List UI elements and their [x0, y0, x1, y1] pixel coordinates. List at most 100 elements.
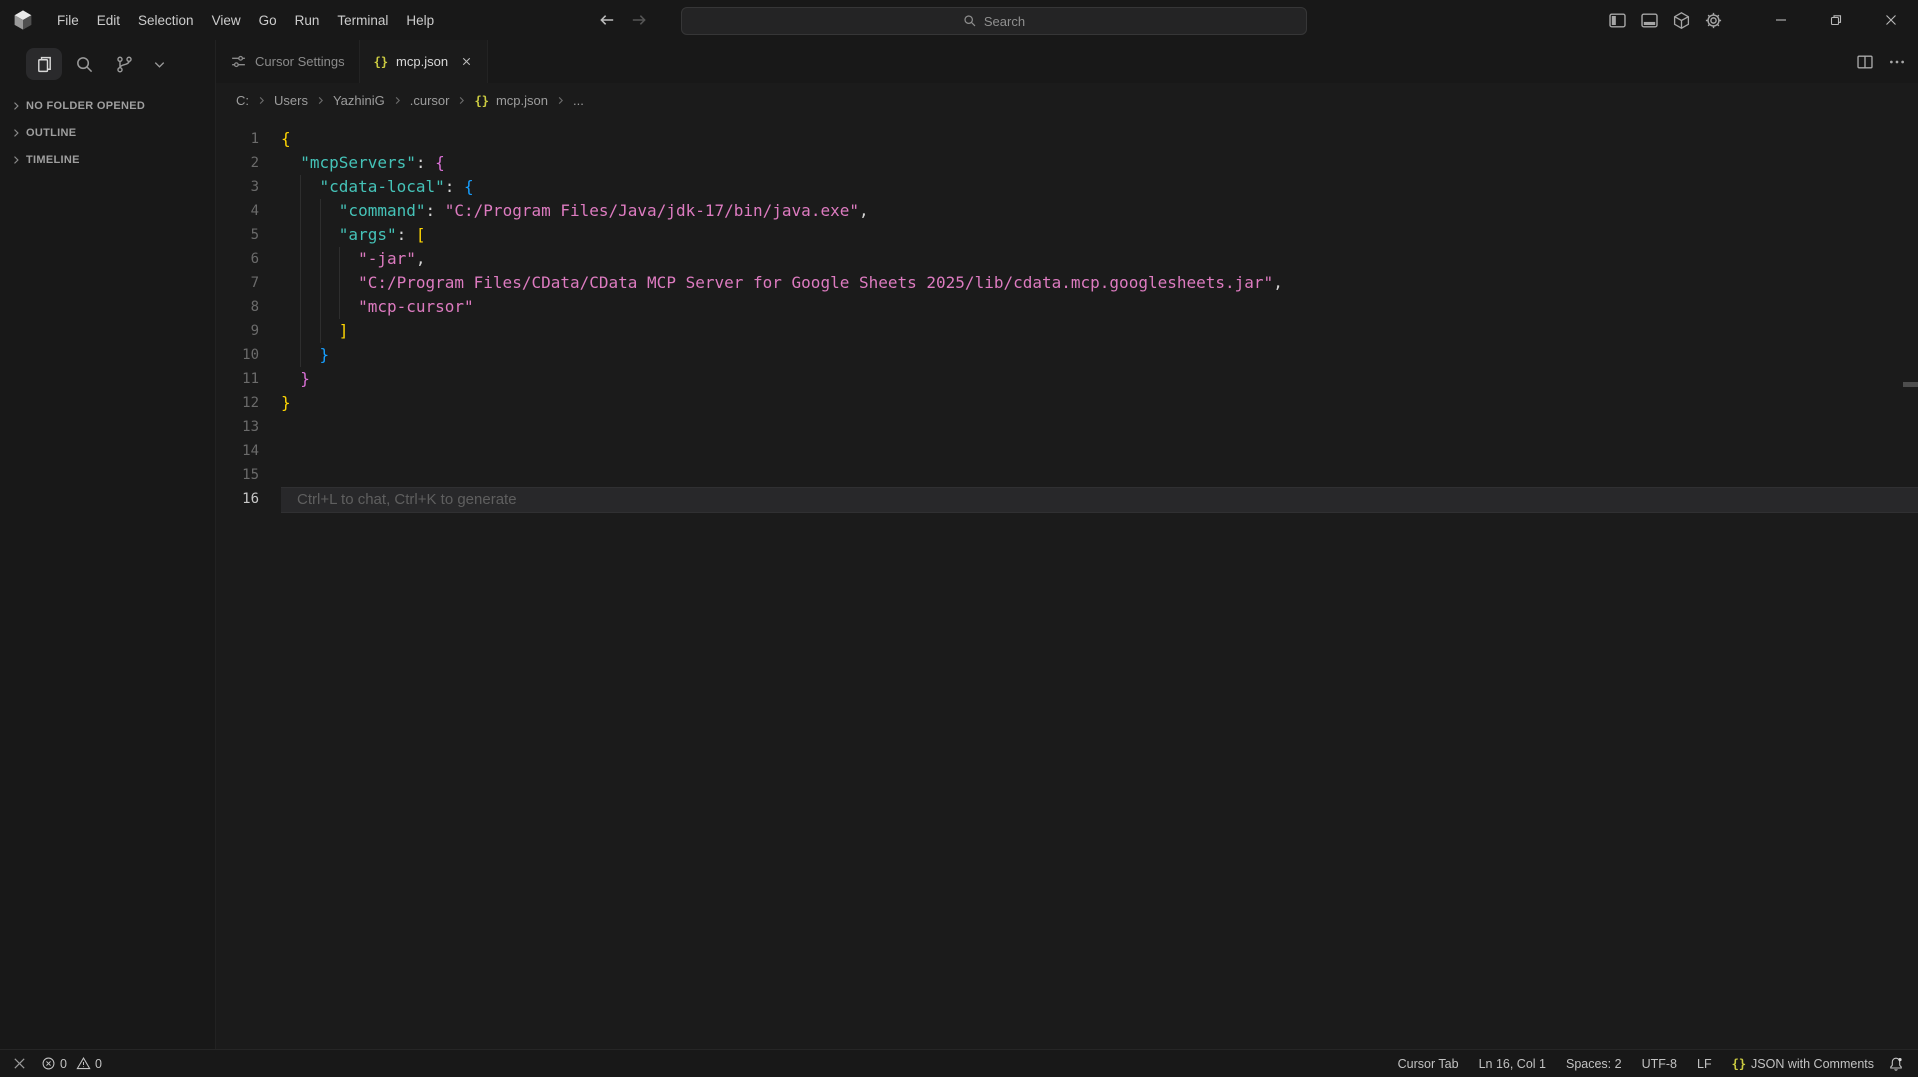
tab-mcp-json[interactable]: {}mcp.json [360, 40, 488, 83]
toggle-panel-icon[interactable] [1639, 10, 1659, 30]
close-tab-icon[interactable] [460, 55, 473, 68]
menu-bar: FileEditSelectionViewGoRunTerminalHelp [48, 0, 443, 40]
code-line-text[interactable]: "cdata-local": { [281, 175, 474, 199]
back-arrow-icon[interactable] [598, 11, 616, 29]
tab-bar: Cursor Settings{}mcp.json [216, 40, 1918, 83]
code-line: 7 "C:/Program Files/CData/CData MCP Serv… [216, 271, 1918, 295]
breadcrumb-item--cursor[interactable]: .cursor [410, 93, 450, 108]
line-number: 9 [216, 319, 259, 343]
code-line-text[interactable]: "mcpServers": { [281, 151, 445, 175]
chevron-right-icon [10, 154, 22, 166]
menu-go[interactable]: Go [250, 9, 286, 32]
problems-status[interactable]: 0 0 [41, 1056, 102, 1071]
breadcrumb-item-users[interactable]: Users [274, 93, 308, 108]
breadcrumb: C:UsersYazhiniG.cursor{}mcp.json... [216, 83, 1918, 118]
breadcrumb-item-yazhinig[interactable]: YazhiniG [333, 93, 385, 108]
menu-edit[interactable]: Edit [88, 9, 129, 32]
menu-help[interactable]: Help [397, 9, 443, 32]
braces-icon: {} [374, 55, 388, 69]
line-number: 12 [216, 391, 259, 415]
status-bar: 0 0 Cursor Tab Ln 16, Col 1 Spaces: 2 UTF-8… [0, 1049, 1918, 1077]
token: { [435, 153, 445, 172]
code-line-text[interactable]: "C:/Program Files/CData/CData MCP Server… [281, 271, 1283, 295]
token [281, 321, 339, 340]
status-json-with-comments[interactable]: {}JSON with Comments [1732, 1057, 1874, 1071]
code-line: 6 "-jar", [216, 247, 1918, 271]
search-view-icon[interactable] [66, 48, 102, 80]
code-line-text[interactable]: ] [281, 319, 348, 343]
indent-guide [320, 223, 321, 247]
toggle-sidebar-icon[interactable] [1607, 10, 1627, 30]
status-utf-8[interactable]: UTF-8 [1642, 1057, 1677, 1071]
menu-run[interactable]: Run [286, 9, 329, 32]
menu-selection[interactable]: Selection [129, 9, 203, 32]
title-bar: FileEditSelectionViewGoRunTerminalHelp S… [0, 0, 1918, 40]
sidebar-section-label: OUTLINE [26, 127, 76, 139]
token: "command" [339, 201, 426, 220]
sidebar-section-timeline[interactable]: TIMELINE [0, 146, 215, 173]
cursor-cube-icon[interactable] [1671, 10, 1691, 30]
scrollbar-cursor-mark[interactable] [1903, 382, 1918, 387]
code-line-text[interactable]: } [281, 343, 329, 367]
menu-terminal[interactable]: Terminal [328, 9, 397, 32]
code-line-text[interactable]: "args": [ [281, 223, 426, 247]
code-line-text[interactable]: } [281, 391, 291, 415]
breadcrumb-chevron-icon [256, 95, 267, 106]
code-editor[interactable]: 1{2 "mcpServers": {3 "cdata-local": {4 "… [216, 118, 1918, 1050]
token: "-jar" [358, 249, 416, 268]
status-ln-16-col-1[interactable]: Ln 16, Col 1 [1479, 1057, 1546, 1071]
status-item-label: Spaces: 2 [1566, 1057, 1622, 1071]
sidebar-section-outline[interactable]: OUTLINE [0, 119, 215, 146]
line-number: 3 [216, 175, 259, 199]
restore-button[interactable] [1808, 0, 1863, 40]
status-lf[interactable]: LF [1697, 1057, 1712, 1071]
close-window-button[interactable] [1863, 0, 1918, 40]
code-line-text[interactable]: "command": "C:/Program Files/Java/jdk-17… [281, 199, 869, 223]
token: "mcp-cursor" [358, 297, 474, 316]
current-line-text[interactable]: Ctrl+L to chat, Ctrl+K to generate [281, 487, 1918, 513]
chevron-right-icon [10, 127, 22, 139]
token: { [281, 129, 291, 148]
notifications-bell-icon[interactable] [1888, 1056, 1904, 1072]
tab-cursor-settings[interactable]: Cursor Settings [216, 40, 360, 83]
more-views-chevron-icon[interactable] [146, 48, 172, 80]
code-line: 13 [216, 415, 1918, 439]
editor-group: Cursor Settings{}mcp.json C:UsersYazhini… [216, 40, 1918, 1050]
more-actions-icon[interactable] [1888, 53, 1906, 71]
token: , [859, 201, 869, 220]
current-code-line: 16Ctrl+L to chat, Ctrl+K to generate [216, 487, 1918, 511]
minimize-button[interactable] [1753, 0, 1808, 40]
status-cursor-tab[interactable]: Cursor Tab [1398, 1057, 1459, 1071]
status-item-label: Ln 16, Col 1 [1479, 1057, 1546, 1071]
sidebar-section-label: NO FOLDER OPENED [26, 100, 145, 112]
line-number: 11 [216, 367, 259, 391]
code-line-text[interactable]: } [281, 367, 310, 391]
remote-indicator-icon[interactable] [12, 1056, 27, 1071]
breadcrumb-file[interactable]: mcp.json [496, 93, 548, 108]
status-spaces-2[interactable]: Spaces: 2 [1566, 1057, 1622, 1071]
settings-gear-icon[interactable] [1703, 10, 1723, 30]
search-input[interactable]: Search [681, 7, 1307, 35]
token: { [464, 177, 474, 196]
menu-file[interactable]: File [48, 9, 88, 32]
code-line: 10 } [216, 343, 1918, 367]
menu-view[interactable]: View [203, 9, 250, 32]
sidebar-section-no-folder-opened[interactable]: NO FOLDER OPENED [0, 92, 215, 119]
sidebar-sections: NO FOLDER OPENED OUTLINE TIMELINE [0, 92, 215, 173]
code-line-text[interactable]: "-jar", [281, 247, 426, 271]
breadcrumb-item-c-[interactable]: C: [236, 93, 249, 108]
breadcrumb-chevron-icon [392, 95, 403, 106]
warning-count: 0 [95, 1057, 102, 1071]
source-control-icon[interactable] [106, 48, 142, 80]
breadcrumb-symbol[interactable]: ... [573, 93, 584, 108]
explorer-icon[interactable] [26, 48, 62, 80]
forward-arrow-icon[interactable] [630, 11, 648, 29]
error-count: 0 [60, 1057, 67, 1071]
search-icon [963, 14, 977, 28]
split-editor-icon[interactable] [1856, 53, 1874, 71]
token: : [416, 153, 435, 172]
code-line-text[interactable]: "mcp-cursor" [281, 295, 474, 319]
token [281, 369, 300, 388]
code-line-text[interactable]: { [281, 127, 291, 151]
sidebar: NO FOLDER OPENED OUTLINE TIMELINE [0, 40, 216, 1050]
